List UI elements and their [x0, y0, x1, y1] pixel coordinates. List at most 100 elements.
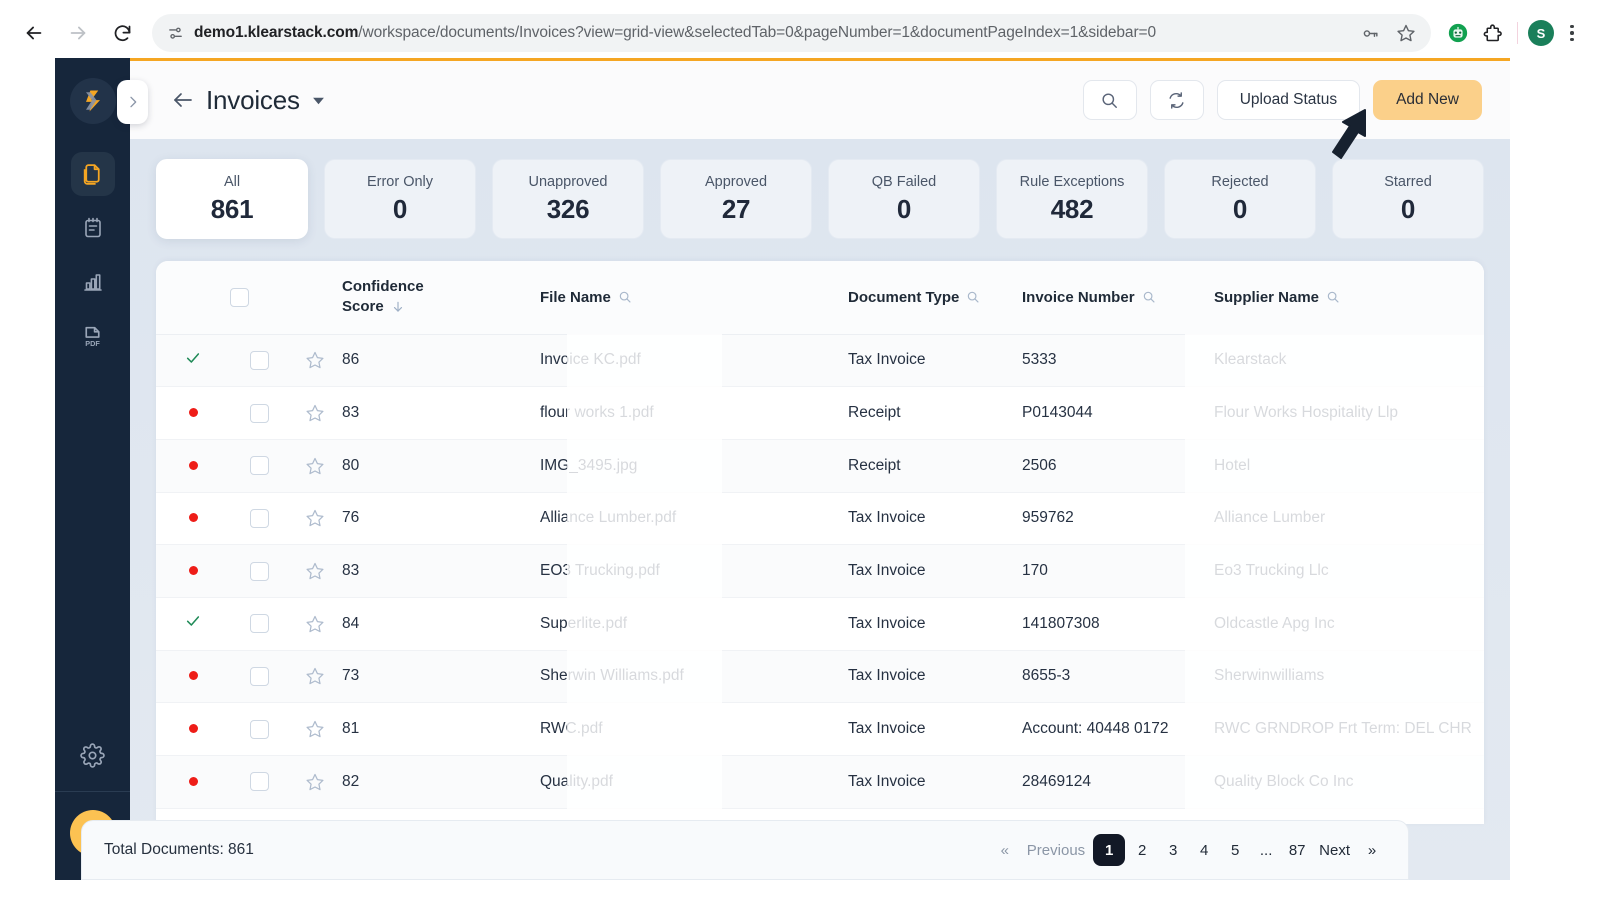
star-icon[interactable]	[305, 772, 325, 792]
table-row[interactable]: 81 RWC.pdf Tax Invoice Account: 40448 0172 R…	[156, 702, 1484, 756]
stat-card-all[interactable]: All 861	[156, 159, 308, 239]
stat-card-error-only[interactable]: Error Only 0	[324, 159, 476, 239]
row-checkbox[interactable]	[249, 456, 269, 476]
kebab-menu-icon[interactable]	[1558, 18, 1586, 48]
stat-card-rejected[interactable]: Rejected 0	[1164, 159, 1316, 239]
browser-forward-button[interactable]	[58, 13, 98, 53]
pagination-previous[interactable]: Previous	[1022, 835, 1090, 865]
row-select-cell[interactable]	[230, 439, 288, 493]
pagination-page-3[interactable]: 3	[1159, 835, 1187, 865]
pagination-page-4[interactable]: 4	[1190, 835, 1218, 865]
refresh-button[interactable]	[1149, 80, 1204, 120]
stat-card-unapproved[interactable]: Unapproved 326	[492, 159, 644, 239]
row-checkbox[interactable]	[249, 561, 269, 581]
row-star-cell[interactable]	[288, 544, 342, 598]
browser-back-button[interactable]	[14, 13, 54, 53]
table-row[interactable]: 86 Invoice KC.pdf Tax Invoice 5333 Klearstac…	[156, 334, 1484, 388]
pagination-next[interactable]: Next	[1314, 835, 1355, 865]
sidebar-item-notes[interactable]	[71, 206, 115, 250]
table-row[interactable]: 82 Quality.pdf Tax Invoice 28469124 Quality …	[156, 755, 1484, 809]
table-row[interactable]: 83 EO3 Trucking.pdf Tax Invoice 170 Eo3 Truc…	[156, 544, 1484, 598]
sidebar-item-settings[interactable]	[71, 733, 115, 777]
password-key-icon[interactable]	[1357, 20, 1383, 46]
row-star-cell[interactable]	[288, 492, 342, 546]
select-all-checkbox[interactable]	[230, 287, 249, 307]
expand-sidebar-button[interactable]	[117, 80, 148, 124]
star-icon[interactable]	[305, 456, 325, 476]
address-bar[interactable]: demo1.klearstack.com/workspace/documents…	[152, 14, 1431, 52]
th-document-type[interactable]: Document Type	[848, 261, 1022, 335]
star-icon[interactable]	[305, 350, 325, 370]
row-select-cell[interactable]	[230, 334, 288, 388]
puzzle-extensions-icon[interactable]	[1477, 18, 1507, 48]
header-back-button[interactable]	[168, 85, 198, 115]
row-star-cell[interactable]	[288, 755, 342, 809]
table-row[interactable]: 80 IMG_3495.jpg Receipt 2506 Hotel	[156, 439, 1484, 493]
klearstack-logo-icon[interactable]	[69, 78, 116, 124]
row-star-cell[interactable]	[288, 386, 342, 440]
stat-card-qb-failed[interactable]: QB Failed 0	[828, 159, 980, 239]
site-settings-icon[interactable]	[166, 24, 184, 42]
status-error-dot-icon	[188, 776, 198, 786]
bookmark-star-icon[interactable]	[1393, 20, 1419, 46]
star-icon[interactable]	[305, 666, 325, 686]
row-select-cell[interactable]	[230, 702, 288, 756]
row-select-cell[interactable]	[230, 597, 288, 651]
column-search-icon[interactable]	[618, 290, 632, 304]
row-select-cell[interactable]	[230, 492, 288, 546]
th-supplier-name[interactable]: Supplier Name	[1214, 261, 1484, 335]
star-icon[interactable]	[305, 719, 325, 739]
pagination-prev-chevron[interactable]: «	[991, 835, 1019, 865]
row-checkbox[interactable]	[249, 508, 269, 528]
row-checkbox[interactable]	[249, 350, 269, 370]
th-invoice-number[interactable]: Invoice Number	[1022, 261, 1214, 335]
row-checkbox[interactable]	[249, 719, 269, 739]
row-select-cell[interactable]	[230, 755, 288, 809]
add-new-button[interactable]: Add New	[1373, 80, 1482, 120]
search-button[interactable]	[1082, 80, 1137, 120]
row-checkbox[interactable]	[249, 666, 269, 686]
star-icon[interactable]	[305, 403, 325, 423]
table-row[interactable]: 76 Alliance Lumber.pdf Tax Invoice 959762 Al…	[156, 492, 1484, 546]
sidebar-item-documents[interactable]	[70, 152, 115, 196]
star-icon[interactable]	[305, 561, 325, 581]
row-select-cell[interactable]	[230, 544, 288, 598]
browser-reload-button[interactable]	[102, 13, 142, 53]
sidebar-item-pdf[interactable]: PDF	[71, 314, 115, 358]
th-confidence-score[interactable]: Confidence Score	[342, 261, 540, 335]
row-star-cell[interactable]	[288, 439, 342, 493]
stat-card-rule-exceptions[interactable]: Rule Exceptions 482	[996, 159, 1148, 239]
pagination-page-5[interactable]: 5	[1221, 835, 1249, 865]
pagination-page-2[interactable]: 2	[1128, 835, 1156, 865]
row-select-cell[interactable]	[230, 386, 288, 440]
row-star-cell[interactable]	[288, 597, 342, 651]
title-dropdown-button[interactable]	[312, 94, 325, 107]
column-search-icon[interactable]	[966, 290, 980, 304]
robot-extension-icon[interactable]	[1443, 18, 1473, 48]
row-checkbox[interactable]	[249, 772, 269, 792]
cell-document-type: Tax Invoice	[848, 334, 1022, 388]
row-star-cell[interactable]	[288, 702, 342, 756]
th-file-name[interactable]: File Name	[540, 261, 848, 335]
row-select-cell[interactable]	[230, 650, 288, 704]
sort-down-arrow-icon[interactable]	[391, 300, 405, 314]
star-icon[interactable]	[305, 614, 325, 634]
table-row[interactable]: 83 flour works 1.pdf Receipt P0143044 Flour …	[156, 386, 1484, 440]
browser-profile-avatar[interactable]: S	[1528, 20, 1554, 46]
pagination-next-chevron[interactable]: »	[1358, 835, 1386, 865]
row-checkbox[interactable]	[249, 614, 269, 634]
pagination-page-1[interactable]: 1	[1093, 834, 1126, 866]
row-star-cell[interactable]	[288, 334, 342, 388]
stat-card-starred[interactable]: Starred 0	[1332, 159, 1484, 239]
column-search-icon[interactable]	[1142, 290, 1156, 304]
sidebar-item-analytics[interactable]	[71, 260, 115, 304]
pagination-page-87[interactable]: 87	[1283, 835, 1311, 865]
star-icon[interactable]	[305, 508, 325, 528]
row-checkbox[interactable]	[249, 403, 269, 423]
table-row[interactable]: 73 Sherwin Williams.pdf Tax Invoice 8655-3 S…	[156, 650, 1484, 704]
table-row[interactable]: 84 Superlite.pdf Tax Invoice 141807308 Oldca…	[156, 597, 1484, 651]
column-search-icon[interactable]	[1326, 290, 1340, 304]
notepad-icon	[84, 217, 101, 238]
stat-card-approved[interactable]: Approved 27	[660, 159, 812, 239]
row-star-cell[interactable]	[288, 650, 342, 704]
